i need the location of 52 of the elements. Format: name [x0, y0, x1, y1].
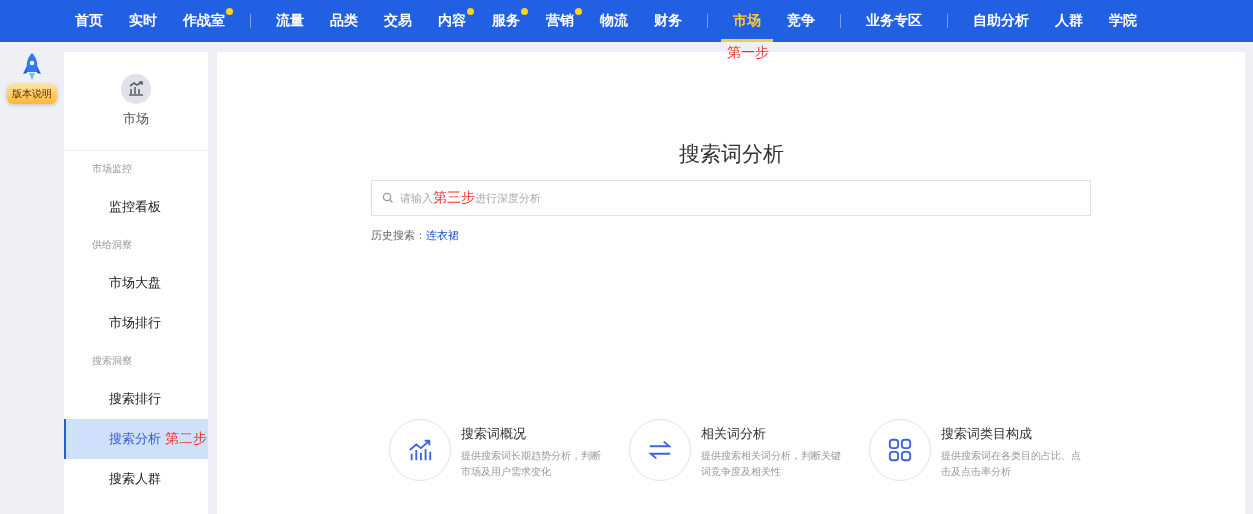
nav-tab[interactable]: 人群: [1048, 0, 1090, 42]
feature-description: 提供搜索相关词分析，判断关键词竞争度及相关性: [701, 449, 842, 479]
page-title: 搜索词分析: [678, 141, 784, 168]
step-annotation: 第二步: [165, 430, 207, 448]
trend-chart-icon: [407, 437, 433, 463]
nav-tab[interactable]: 业务专区: [859, 0, 929, 42]
history-label: 历史搜索：: [371, 229, 426, 242]
nav-tab[interactable]: 实时: [122, 0, 164, 42]
sidebar-item[interactable]: 市场大盘: [64, 263, 208, 303]
sidebar-title: 市场: [123, 110, 149, 128]
nav-tab[interactable]: 财务: [647, 0, 689, 42]
menu-label: 搜索排行: [109, 390, 161, 408]
nav-tab[interactable]: 服务: [485, 0, 527, 42]
sidebar-item[interactable]: 监控看板: [64, 187, 208, 227]
nav-tab[interactable]: 学院: [1102, 0, 1144, 42]
nav-tab[interactable]: 作战室: [176, 0, 232, 42]
rocket-icon: [20, 52, 44, 82]
search-field[interactable]: 请输入第三步进行深度分析: [371, 180, 1091, 216]
step-annotation: 第三步: [433, 189, 475, 207]
history-link[interactable]: 连衣裙: [426, 229, 459, 242]
nav-tab[interactable]: 品类: [323, 0, 365, 42]
feature-title[interactable]: 搜索词概况: [461, 425, 607, 443]
feature-title[interactable]: 相关词分析: [701, 425, 847, 443]
sidebar-item[interactable]: 搜索人群: [64, 459, 208, 499]
menu-label: 搜索分析: [109, 430, 161, 448]
menu-label: 市场大盘: [109, 274, 161, 292]
feature-title[interactable]: 搜索词类目构成: [941, 425, 1087, 443]
search-icon: [382, 192, 394, 204]
nav-tab[interactable]: 物流: [593, 0, 635, 42]
nav-tab[interactable]: 交易: [377, 0, 419, 42]
feature-description: 提供搜索词在各类目的占比、点击及点击率分析: [941, 449, 1082, 479]
nav-tab[interactable]: 竞争: [780, 0, 822, 42]
nav-tab[interactable]: 市场: [721, 0, 773, 42]
nav-tab[interactable]: 自助分析: [966, 0, 1036, 42]
section-heading: 市场监控: [91, 162, 133, 176]
feature-description: 提供搜索词长期趋势分析，判断市场及用户需求变化: [461, 449, 602, 479]
nav-tab[interactable]: 首页: [68, 0, 110, 42]
section-heading: 搜索洞察: [91, 354, 133, 368]
nav-tab[interactable]: 流量: [269, 0, 311, 42]
menu-label: 搜索人群: [109, 470, 161, 488]
menu-label: 监控看板: [109, 198, 161, 216]
sidebar-item[interactable]: 搜索排行: [64, 379, 208, 419]
nav-tab[interactable]: 营销: [539, 0, 581, 42]
chart-icon: [121, 74, 151, 104]
step-annotation: 第一步: [727, 44, 769, 62]
grid-icon: [887, 437, 913, 463]
sidebar-item[interactable]: 搜索分析 第二步: [64, 419, 208, 459]
section-heading: 供给洞察: [91, 238, 133, 252]
release-notes-badge[interactable]: 版本说明: [7, 84, 57, 104]
sidebar-item[interactable]: 市场排行: [64, 303, 208, 343]
nav-tab[interactable]: 内容: [431, 0, 473, 42]
menu-label: 市场排行: [109, 314, 161, 332]
